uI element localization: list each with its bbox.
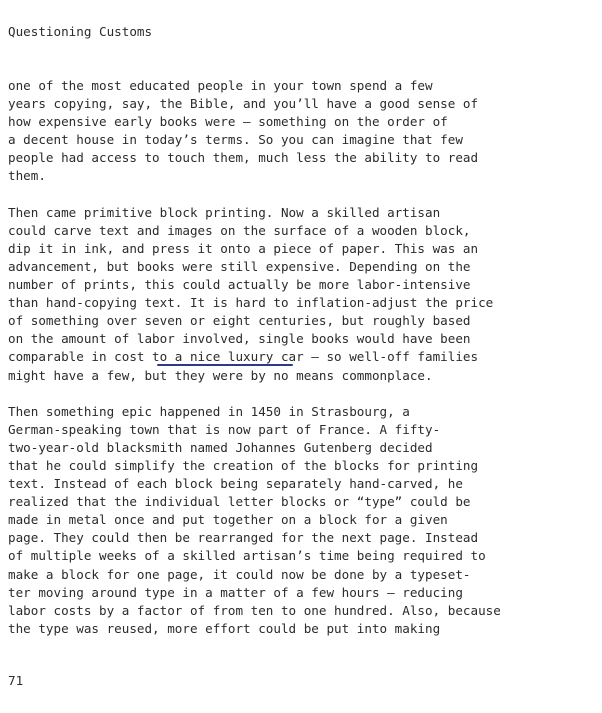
text-line: how expensive early books were — somethi… — [8, 114, 448, 130]
text-line: of multiple weeks of a skilled artisan’s… — [8, 548, 486, 564]
text-line: might have a few, but they were by no me… — [8, 367, 433, 383]
text-line: of something over seven or eight centuri… — [8, 313, 471, 329]
text-line: comparable in cost to a nice luxury car … — [8, 349, 479, 365]
highlight-underline[interactable] — [157, 364, 293, 366]
text-line: Then something epic happened in 1450 in … — [8, 403, 410, 419]
text-line: labor costs by a factor of from ten to o… — [8, 602, 501, 618]
text-line: that he could simplify the creation of t… — [8, 457, 479, 473]
text-line: them. — [8, 168, 46, 184]
text-line: page. They could then be rearranged for … — [8, 530, 479, 546]
text-line: could carve text and images on the surfa… — [8, 222, 471, 238]
text-line: advancement, but books were still expens… — [8, 258, 471, 274]
text-line: than hand-copying text. It is hard to in… — [8, 295, 494, 311]
text-line: make a block for one page, it could now … — [8, 566, 471, 582]
text-line: Then came primitive block printing. Now … — [8, 204, 441, 220]
text-line: text. Instead of each block being separa… — [8, 476, 463, 492]
running-head: Questioning Customs — [8, 24, 153, 39]
text-line: a decent house in today’s terms. So you … — [8, 132, 463, 148]
text-line: two-year-old blacksmith named Johannes G… — [8, 439, 433, 455]
text-line: made in metal once and put together on a… — [8, 512, 448, 528]
text-line: on the amount of labor involved, single … — [8, 331, 471, 347]
text-line: people had access to touch them, much le… — [8, 150, 479, 166]
text-line: dip it in ink, and press it onto a piece… — [8, 240, 479, 256]
text-line: realized that the individual letter bloc… — [8, 494, 471, 510]
page-body: one of the most educated people in your … — [8, 77, 598, 638]
text-line: the type was reused, more effort could b… — [8, 620, 441, 636]
text-line: years copying, say, the Bible, and you’l… — [8, 96, 479, 112]
paragraph: Then something epic happened in 1450 in … — [8, 403, 598, 638]
text-line: ter moving around type in a matter of a … — [8, 584, 463, 600]
page-number: 71 — [8, 673, 24, 688]
text-line: number of prints, this could actually be… — [8, 277, 471, 293]
paragraph: Then came primitive block printing. Now … — [8, 204, 598, 385]
text-line: one of the most educated people in your … — [8, 78, 433, 93]
text-line: German-speaking town that is now part of… — [8, 421, 441, 437]
paragraph: one of the most educated people in your … — [8, 77, 598, 186]
